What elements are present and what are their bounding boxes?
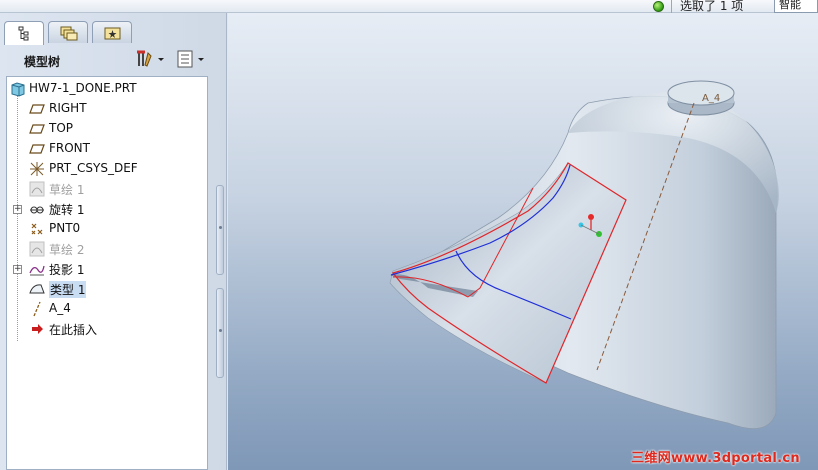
sketch-icon <box>29 181 45 197</box>
tree-item-revolve-1[interactable]: + 旋转 1 <box>7 199 207 219</box>
tree-item-label: FRONT <box>49 141 90 155</box>
selection-status: 选取了 1 项 <box>680 0 744 13</box>
expand-toggle[interactable]: + <box>13 205 22 214</box>
graphics-viewport[interactable]: A_4 三维网www.3dportal.cn <box>228 13 818 470</box>
expand-toggle[interactable]: + <box>13 265 22 274</box>
tree-item-label: TOP <box>49 121 74 135</box>
tree-item-right[interactable]: RIGHT <box>7 99 207 119</box>
tree-item-label: 在此插入 <box>49 323 98 337</box>
csys-icon <box>30 162 44 176</box>
tab-model-tree[interactable] <box>4 21 44 45</box>
tree-item-label: 草绘 2 <box>49 243 85 257</box>
tree-item-csys[interactable]: PRT_CSYS_DEF <box>7 159 207 179</box>
insert-arrow-icon <box>32 324 43 334</box>
tree-item-top[interactable]: TOP <box>7 119 207 139</box>
selection-filter-dropdown[interactable]: 智能 <box>774 0 818 13</box>
navigator-panel: 模型树 HW7-1_DONE.PRT RIGHT TOP FRONT PRT_C… <box>0 13 227 470</box>
datum-point-icon <box>31 223 43 235</box>
status-separator <box>671 0 672 13</box>
datum-plane-icon <box>29 104 45 114</box>
tab-favorites[interactable] <box>92 21 132 43</box>
tree-item-projection-1[interactable]: + 投影 1 <box>7 259 207 279</box>
folder-browser-tab-icon <box>60 26 78 41</box>
tree-item-label: RIGHT <box>49 101 87 115</box>
tree-item-label: PNT0 <box>49 221 81 235</box>
tree-root[interactable]: HW7-1_DONE.PRT <box>7 79 207 99</box>
tree-item-label: A_4 <box>49 301 71 315</box>
tree-item-label: 投影 1 <box>49 263 85 277</box>
panel-resize-handle-upper[interactable] <box>216 185 224 275</box>
panel-resize-handle-lower[interactable] <box>216 288 224 378</box>
settings-dropdown-button[interactable] <box>136 50 166 70</box>
status-bar: 选取了 1 项 智能 <box>0 0 818 13</box>
tree-item-sketch-2[interactable]: 草绘 2 <box>7 239 207 259</box>
tree-item-sketch-1[interactable]: 草绘 1 <box>7 179 207 199</box>
datum-plane-icon <box>29 124 45 134</box>
tree-item-label: 草绘 1 <box>49 183 85 197</box>
tree-item-label: 旋转 1 <box>49 203 85 217</box>
tree-item-front[interactable]: FRONT <box>7 139 207 159</box>
tree-item-label: PRT_CSYS_DEF <box>49 161 138 175</box>
model-tree-tab-icon <box>18 26 29 41</box>
tree-item-a4[interactable]: A_4 <box>7 299 207 319</box>
sketch-icon <box>29 241 45 257</box>
model-tree-header: 模型树 <box>6 46 214 70</box>
revolve-icon <box>30 206 44 214</box>
tab-folder-browser[interactable] <box>48 21 88 43</box>
axis-label: A_4 <box>702 93 721 104</box>
model-tree-title: 模型树 <box>24 55 61 69</box>
surface-icon <box>29 284 45 294</box>
show-dropdown-button[interactable] <box>176 50 208 70</box>
model-tree: HW7-1_DONE.PRT RIGHT TOP FRONT PRT_CSYS_… <box>6 76 208 470</box>
datum-plane-icon <box>29 144 45 154</box>
tree-item-type-1[interactable]: 类型 1 <box>7 279 207 299</box>
status-light-icon <box>653 1 664 12</box>
datum-axis-icon <box>33 301 41 317</box>
part-icon <box>11 82 25 97</box>
tree-root-label: HW7-1_DONE.PRT <box>29 81 137 95</box>
tree-item-label: 类型 1 <box>49 281 87 298</box>
show-list-icon <box>177 50 204 68</box>
projection-icon <box>29 265 45 276</box>
tree-item-insert-here[interactable]: 在此插入 <box>7 319 207 339</box>
tree-item-pnt0[interactable]: PNT0 <box>7 219 207 239</box>
favorites-tab-icon <box>104 27 121 40</box>
settings-tools-icon <box>137 50 164 67</box>
model-render <box>389 80 779 430</box>
watermark: 三维网www.3dportal.cn <box>631 451 800 466</box>
